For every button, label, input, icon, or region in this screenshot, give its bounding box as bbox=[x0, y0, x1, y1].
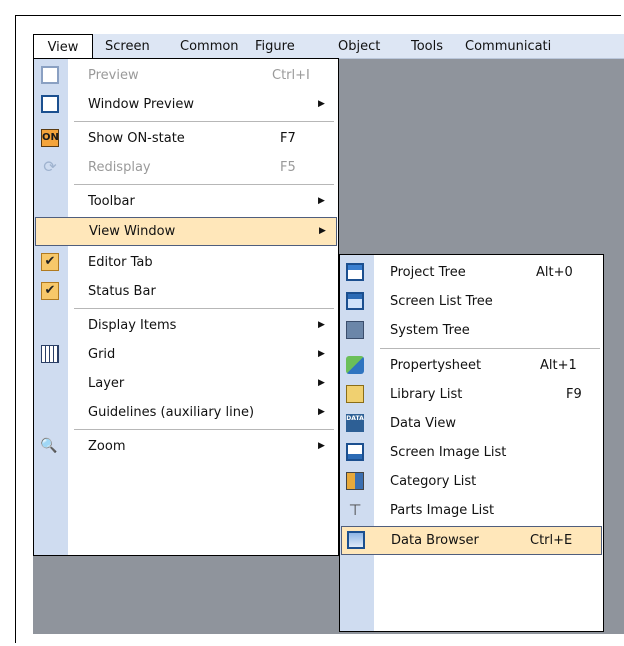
propertysheet-icon bbox=[346, 356, 364, 374]
menu-item-data-view[interactable]: DATA Data View bbox=[340, 409, 603, 438]
menu-item-redisplay[interactable]: ⟳ Redisplay F5 bbox=[34, 153, 338, 182]
menu-item-label: Show ON-state bbox=[88, 131, 185, 146]
menu-item-label: Screen List Tree bbox=[390, 294, 493, 309]
menu-item-shortcut: Ctrl+I bbox=[272, 68, 310, 83]
menu-item-screen-list-tree[interactable]: Screen List Tree bbox=[340, 287, 603, 316]
system-tree-icon bbox=[346, 321, 364, 339]
category-list-icon bbox=[346, 472, 364, 490]
menu-item-grid[interactable]: Grid ▶ bbox=[34, 340, 338, 369]
menu-screen[interactable]: Screen bbox=[105, 34, 150, 58]
menu-item-toolbar[interactable]: Toolbar ▶ bbox=[34, 187, 338, 216]
checkmark-icon: ✔ bbox=[41, 282, 59, 300]
submenu-arrow-icon: ▶ bbox=[318, 349, 325, 359]
menu-item-shortcut: F9 bbox=[566, 387, 582, 402]
view-window-submenu: Project Tree Alt+0 Screen List Tree Syst… bbox=[339, 254, 604, 632]
menu-separator bbox=[74, 308, 334, 309]
menu-item-label: Preview bbox=[88, 68, 139, 83]
preview-icon bbox=[41, 66, 59, 84]
menu-bar: View Screen Common Figure Object Tools C… bbox=[33, 34, 624, 59]
submenu-arrow-icon: ▶ bbox=[319, 226, 326, 236]
menu-item-label: Editor Tab bbox=[88, 255, 153, 270]
menu-item-propertysheet[interactable]: Propertysheet Alt+1 bbox=[340, 351, 603, 380]
menu-item-label: Category List bbox=[390, 474, 477, 489]
menu-item-label: Parts Image List bbox=[390, 503, 495, 518]
menu-separator bbox=[380, 348, 600, 349]
menu-item-label: Propertysheet bbox=[390, 358, 482, 373]
menu-item-data-browser[interactable]: Data Browser Ctrl+E bbox=[341, 526, 602, 555]
menu-item-label: Screen Image List bbox=[390, 445, 507, 460]
submenu-arrow-icon: ▶ bbox=[318, 320, 325, 330]
menu-item-label: Display Items bbox=[88, 318, 177, 333]
menu-object[interactable]: Object bbox=[338, 34, 380, 58]
menu-item-label: Grid bbox=[88, 347, 116, 362]
menu-item-shortcut: Alt+0 bbox=[536, 265, 573, 280]
data-browser-icon bbox=[347, 531, 365, 549]
menu-common[interactable]: Common bbox=[180, 34, 239, 58]
submenu-arrow-icon: ▶ bbox=[318, 378, 325, 388]
menu-separator bbox=[74, 121, 334, 122]
menu-item-label: System Tree bbox=[390, 323, 470, 338]
menu-item-zoom[interactable]: 🔍 Zoom ▶ bbox=[34, 432, 338, 461]
menu-item-parts-image-list[interactable]: ⊤ Parts Image List bbox=[340, 496, 603, 525]
menu-item-view-window[interactable]: View Window ▶ bbox=[35, 217, 337, 246]
menu-item-label: Zoom bbox=[88, 439, 126, 454]
menu-item-label: Project Tree bbox=[390, 265, 466, 280]
menu-item-project-tree[interactable]: Project Tree Alt+0 bbox=[340, 258, 603, 287]
on-state-icon: ON bbox=[41, 129, 59, 147]
screen-image-list-icon bbox=[346, 443, 364, 461]
menu-item-preview[interactable]: Preview Ctrl+I bbox=[34, 61, 338, 90]
menu-tools[interactable]: Tools bbox=[411, 34, 443, 58]
menu-item-window-preview[interactable]: Window Preview ▶ bbox=[34, 90, 338, 119]
menu-item-library-list[interactable]: Library List F9 bbox=[340, 380, 603, 409]
zoom-icon: 🔍 bbox=[40, 438, 58, 454]
menu-item-screen-image-list[interactable]: Screen Image List bbox=[340, 438, 603, 467]
menu-item-label: Guidelines (auxiliary line) bbox=[88, 405, 255, 420]
menu-communication[interactable]: Communicati bbox=[465, 34, 551, 58]
menu-item-label: Data View bbox=[390, 416, 457, 431]
grid-icon bbox=[41, 345, 59, 363]
menu-figure[interactable]: Figure bbox=[255, 34, 295, 58]
menu-item-display-items[interactable]: Display Items ▶ bbox=[34, 311, 338, 340]
menu-item-shortcut: Alt+1 bbox=[540, 358, 577, 373]
checkmark-icon: ✔ bbox=[41, 253, 59, 271]
menu-item-label: Redisplay bbox=[88, 160, 151, 175]
parts-image-list-icon: ⊤ bbox=[348, 501, 362, 519]
project-tree-icon bbox=[346, 263, 364, 281]
menu-item-label: Toolbar bbox=[88, 194, 135, 209]
menu-item-label: Layer bbox=[88, 376, 125, 391]
submenu-arrow-icon: ▶ bbox=[318, 441, 325, 451]
menu-item-label: Window Preview bbox=[88, 97, 194, 112]
view-menu: Preview Ctrl+I Window Preview ▶ ON Show … bbox=[33, 58, 339, 556]
library-list-icon bbox=[346, 385, 364, 403]
menu-item-label: Status Bar bbox=[88, 284, 156, 299]
menu-item-show-on-state[interactable]: ON Show ON-state F7 bbox=[34, 124, 338, 153]
menu-item-label: Data Browser bbox=[391, 533, 479, 548]
menu-item-system-tree[interactable]: System Tree bbox=[340, 316, 603, 345]
menu-item-shortcut: F7 bbox=[280, 131, 296, 146]
menu-separator bbox=[74, 184, 334, 185]
menu-item-status-bar[interactable]: ✔ Status Bar bbox=[34, 277, 338, 306]
submenu-arrow-icon: ▶ bbox=[318, 196, 325, 206]
menu-separator bbox=[74, 429, 334, 430]
redisplay-icon: ⟳ bbox=[43, 157, 57, 176]
menu-item-label: View Window bbox=[89, 224, 176, 239]
menu-item-shortcut: Ctrl+E bbox=[530, 533, 573, 548]
window-preview-icon bbox=[41, 95, 59, 113]
submenu-arrow-icon: ▶ bbox=[318, 407, 325, 417]
menu-item-shortcut: F5 bbox=[280, 160, 296, 175]
menu-item-label: Library List bbox=[390, 387, 463, 402]
screen-list-tree-icon bbox=[346, 292, 364, 310]
menu-item-editor-tab[interactable]: ✔ Editor Tab bbox=[34, 248, 338, 277]
menu-item-category-list[interactable]: Category List bbox=[340, 467, 603, 496]
submenu-arrow-icon: ▶ bbox=[318, 99, 325, 109]
menu-item-layer[interactable]: Layer ▶ bbox=[34, 369, 338, 398]
menu-item-guidelines[interactable]: Guidelines (auxiliary line) ▶ bbox=[34, 398, 338, 427]
data-view-icon: DATA bbox=[346, 414, 364, 432]
menu-view[interactable]: View bbox=[33, 34, 93, 58]
